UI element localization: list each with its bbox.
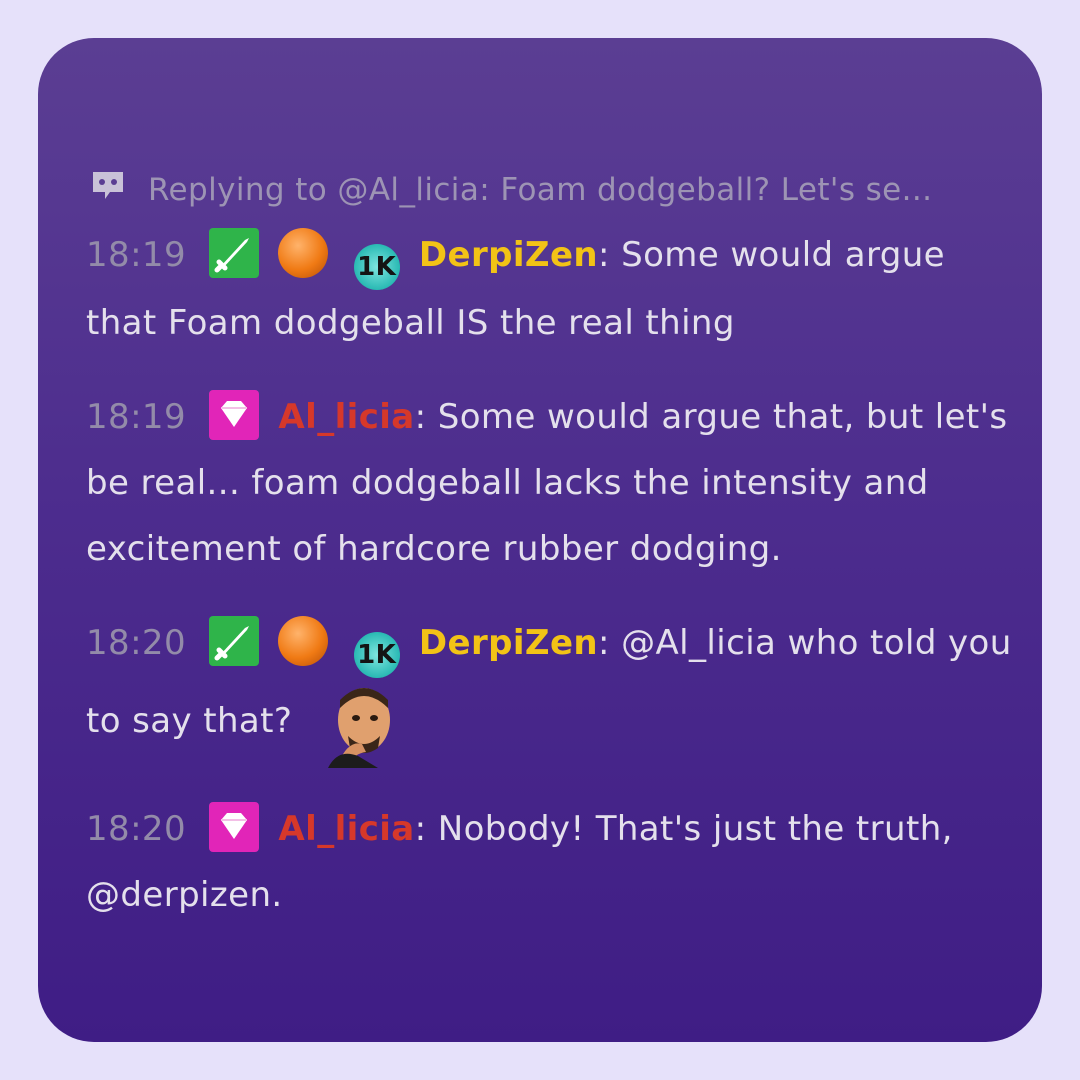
chat-log: Replying to @Al_licia: Foam dodgeball? L… <box>86 170 1016 928</box>
timestamp: 18:19 <box>86 235 186 275</box>
timestamp: 18:19 <box>86 397 186 437</box>
timestamp: 18:20 <box>86 623 186 663</box>
separator: : <box>598 235 610 275</box>
timestamp: 18:20 <box>86 809 186 849</box>
1k-badge-icon[interactable]: 1K <box>353 244 400 290</box>
chat-message: 18:19 1K DerpiZen: Some would argue that… <box>86 222 1016 356</box>
chat-message: 18:19 Al_licia: Some would argue that, b… <box>86 384 1016 582</box>
diamond-badge-icon[interactable] <box>209 802 260 852</box>
reply-chat-icon <box>90 169 126 211</box>
reply-context[interactable]: Replying to @Al_licia: Foam dodgeball? L… <box>90 170 1016 210</box>
chat-message: 18:20 1K DerpiZen: @Al_licia who told yo… <box>86 610 1016 768</box>
thinking-man-emote-icon[interactable] <box>318 678 408 768</box>
orange-orb-badge-icon[interactable] <box>278 228 329 278</box>
chat-message: 18:20 Al_licia: Nobody! That's just the … <box>86 796 1016 928</box>
username[interactable]: Al_licia <box>278 397 414 437</box>
separator: : <box>414 397 427 437</box>
separator: : <box>598 623 610 663</box>
chat-card: Replying to @Al_licia: Foam dodgeball? L… <box>38 38 1042 1042</box>
username[interactable]: DerpiZen <box>419 235 598 275</box>
sword-badge-icon[interactable] <box>209 616 260 666</box>
sword-badge-icon[interactable] <box>209 228 260 278</box>
diamond-badge-icon[interactable] <box>209 390 260 440</box>
username[interactable]: Al_licia <box>278 809 414 849</box>
separator: : <box>414 809 427 849</box>
1k-badge-icon[interactable]: 1K <box>353 632 400 678</box>
orange-orb-badge-icon[interactable] <box>278 616 329 666</box>
reply-text: Replying to @Al_licia: Foam dodgeball? L… <box>148 172 933 208</box>
username[interactable]: DerpiZen <box>419 623 598 663</box>
